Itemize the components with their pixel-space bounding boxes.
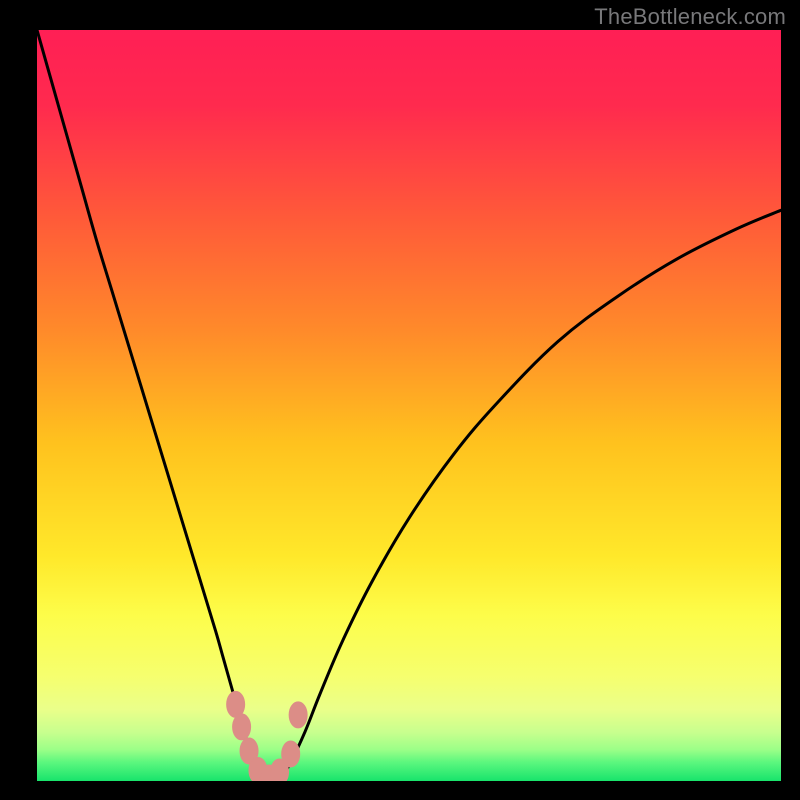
bottleneck-curve xyxy=(37,30,781,781)
plot-area xyxy=(37,30,781,781)
chart-frame: TheBottleneck.com xyxy=(0,0,800,800)
curve-marker xyxy=(233,714,251,740)
curve-marker xyxy=(282,741,300,767)
watermark-text: TheBottleneck.com xyxy=(594,4,786,30)
curve-marker xyxy=(289,702,307,728)
